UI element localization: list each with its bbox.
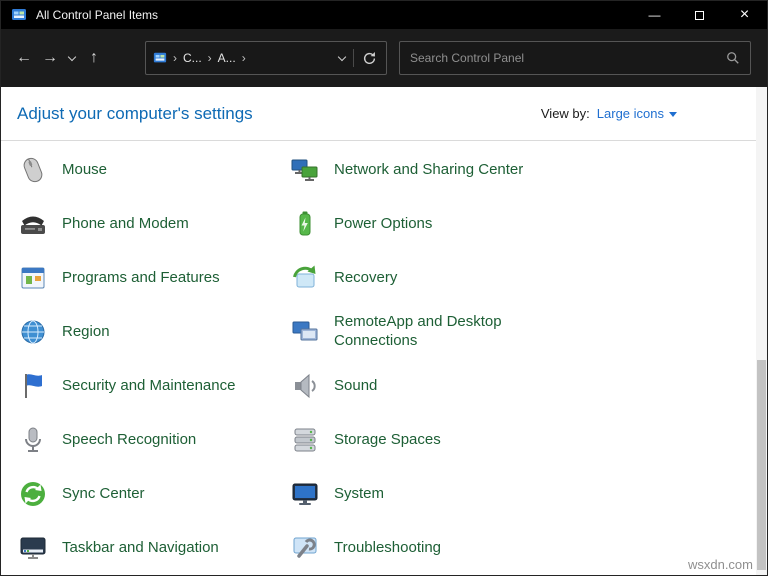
page-title: Adjust your computer's settings xyxy=(17,104,253,124)
control-panel-item[interactable]: Mouse xyxy=(17,143,289,197)
storage-spaces-icon xyxy=(289,424,321,456)
back-arrow-icon: ← xyxy=(16,49,32,67)
content-header: Adjust your computer's settings View by:… xyxy=(1,87,767,141)
remoteapp-icon xyxy=(289,316,321,348)
breadcrumb-all-items[interactable]: A... xyxy=(218,51,236,65)
recent-pages-dropdown[interactable] xyxy=(63,42,81,74)
control-panel-item[interactable]: Recovery xyxy=(289,251,767,305)
breadcrumb-separator: › xyxy=(242,51,246,65)
chevron-down-icon xyxy=(338,52,346,60)
sound-icon xyxy=(289,370,321,402)
speech-recognition-icon xyxy=(17,424,49,456)
item-label: Recovery xyxy=(334,269,397,288)
region-icon xyxy=(17,316,49,348)
item-label: Troubleshooting xyxy=(334,539,441,558)
breadcrumb-control-panel[interactable]: C... xyxy=(183,51,202,65)
search-placeholder: Search Control Panel xyxy=(410,51,726,65)
security-maintenance-icon xyxy=(17,370,49,402)
item-label: RemoteApp and Desktop Connections xyxy=(334,313,532,351)
scrollbar-thumb[interactable] xyxy=(757,360,766,570)
refresh-button[interactable] xyxy=(360,51,379,66)
search-icon[interactable] xyxy=(726,51,740,65)
minimize-button[interactable]: — xyxy=(632,1,677,29)
control-panel-item[interactable]: Network and Sharing Center xyxy=(289,143,767,197)
navigation-toolbar: ← → ↑ › C... › A... › Search Control Pan… xyxy=(1,29,767,87)
control-panel-item[interactable]: Phone and Modem xyxy=(17,197,289,251)
recovery-icon xyxy=(289,262,321,294)
control-panel-item[interactable]: Region xyxy=(17,305,289,359)
maximize-icon xyxy=(695,11,704,20)
item-label: Programs and Features xyxy=(62,269,220,288)
divider xyxy=(353,49,354,67)
control-panel-item[interactable]: Sync Center xyxy=(17,467,289,521)
item-label: Mouse xyxy=(62,161,107,180)
troubleshooting-icon xyxy=(289,532,321,564)
item-label: Taskbar and Navigation xyxy=(62,539,219,558)
system-icon xyxy=(289,478,321,510)
window-controls: — × xyxy=(632,1,767,29)
item-label: Speech Recognition xyxy=(62,431,196,450)
control-panel-item[interactable]: Security and Maintenance xyxy=(17,359,289,413)
item-label: System xyxy=(334,485,384,504)
control-panel-item[interactable]: System xyxy=(289,467,767,521)
address-dropdown-button[interactable] xyxy=(337,57,347,60)
maximize-button[interactable] xyxy=(677,1,722,29)
forward-button[interactable]: → xyxy=(37,42,63,74)
watermark: wsxdn.com xyxy=(688,557,753,572)
phone-modem-icon xyxy=(17,208,49,240)
sync-center-icon xyxy=(17,478,49,510)
item-label: Network and Sharing Center xyxy=(334,161,523,180)
control-panel-window: All Control Panel Items — × ← → ↑ › C...… xyxy=(0,0,768,576)
control-panel-item[interactable]: Speech Recognition xyxy=(17,413,289,467)
control-panel-small-icon xyxy=(153,51,167,65)
control-panel-item[interactable]: Taskbar and Navigation xyxy=(17,521,289,575)
refresh-icon xyxy=(362,51,377,66)
taskbar-navigation-icon xyxy=(17,532,49,564)
item-label: Phone and Modem xyxy=(62,215,189,234)
view-by-label: View by: xyxy=(541,106,590,121)
view-by-dropdown[interactable]: Large icons xyxy=(597,106,677,121)
mouse-icon xyxy=(17,154,49,186)
address-bar[interactable]: › C... › A... › xyxy=(145,41,387,75)
breadcrumb-separator: › xyxy=(173,51,177,65)
item-label: Region xyxy=(62,323,110,342)
close-button[interactable]: × xyxy=(722,1,767,29)
chevron-down-icon xyxy=(68,52,76,60)
control-panel-item[interactable]: Storage Spaces xyxy=(289,413,767,467)
back-button[interactable]: ← xyxy=(11,42,37,74)
control-panel-item[interactable]: Power Options xyxy=(289,197,767,251)
control-panel-item[interactable]: Sound xyxy=(289,359,767,413)
forward-arrow-icon: → xyxy=(42,49,58,67)
power-options-icon xyxy=(289,208,321,240)
item-label: Sync Center xyxy=(62,485,145,504)
programs-features-icon xyxy=(17,262,49,294)
control-panel-item[interactable]: RemoteApp and Desktop Connections xyxy=(289,305,767,359)
breadcrumb-separator: › xyxy=(208,51,212,65)
vertical-scrollbar[interactable] xyxy=(756,87,767,575)
up-button[interactable]: ↑ xyxy=(81,42,107,74)
network-sharing-icon xyxy=(289,154,321,186)
item-label: Security and Maintenance xyxy=(62,377,235,396)
up-arrow-icon: ↑ xyxy=(90,49,98,67)
search-input[interactable]: Search Control Panel xyxy=(399,41,751,75)
titlebar: All Control Panel Items — × xyxy=(1,1,767,29)
dropdown-caret-icon xyxy=(669,112,677,117)
window-title: All Control Panel Items xyxy=(36,8,632,22)
item-label: Sound xyxy=(334,377,377,396)
item-label: Power Options xyxy=(334,215,432,234)
view-by-control: View by: Large icons xyxy=(541,106,677,121)
view-by-value: Large icons xyxy=(597,106,664,121)
control-panel-app-icon xyxy=(11,7,27,23)
control-panel-items-grid: Mouse Network and Sharing Center Phone and… xyxy=(1,141,767,575)
control-panel-item[interactable]: Programs and Features xyxy=(17,251,289,305)
item-label: Storage Spaces xyxy=(334,431,441,450)
